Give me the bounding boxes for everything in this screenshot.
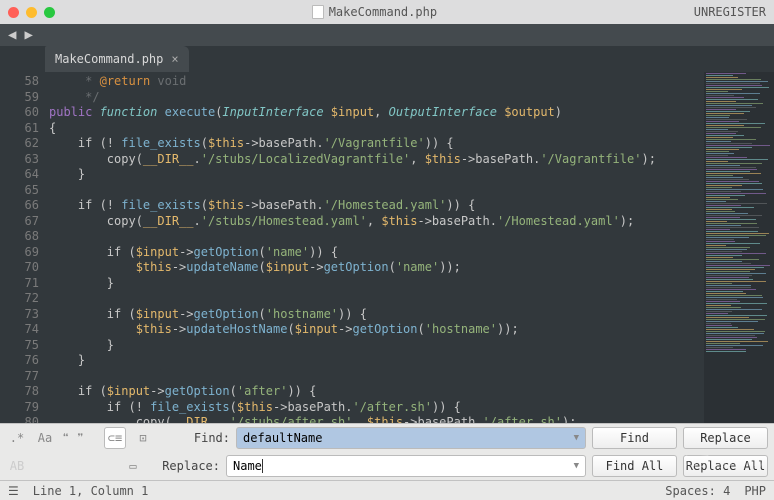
chevron-down-icon[interactable]: ▼ <box>574 433 579 443</box>
titlebar: MakeCommand.php UNREGISTER <box>0 0 774 24</box>
whole-word-toggle[interactable]: ❝ ❞ <box>62 427 84 449</box>
unregistered-label: UNREGISTER <box>694 5 766 19</box>
editor[interactable]: 5859606162636465666768697071727374757677… <box>0 72 774 423</box>
find-button[interactable]: Find <box>592 427 677 449</box>
tab-close-icon[interactable]: × <box>171 52 178 66</box>
menu-icon[interactable]: ☰ <box>8 484 19 498</box>
toolbar: ◀ ▶ <box>0 24 774 46</box>
minimap[interactable] <box>704 72 774 423</box>
back-icon[interactable]: ◀ <box>6 27 18 43</box>
language-mode[interactable]: PHP <box>744 484 766 498</box>
case-toggle[interactable]: Aa <box>34 427 56 449</box>
in-selection-toggle[interactable]: ⊡ <box>132 427 154 449</box>
line-gutter: 5859606162636465666768697071727374757677… <box>0 72 45 423</box>
highlight-toggle[interactable]: AB <box>6 455 28 477</box>
chevron-down-icon[interactable]: ▼ <box>574 461 579 471</box>
find-replace-panel: .* Aa ❝ ❞ ⊂≡ ⊡ Find: defaultName▼ Find R… <box>0 423 774 480</box>
maximize-icon[interactable] <box>44 7 55 18</box>
watermark: 知乎 @Wintry <box>684 451 764 470</box>
forward-icon[interactable]: ▶ <box>22 27 34 43</box>
file-icon <box>312 5 324 19</box>
find-label: Find: <box>160 431 230 445</box>
window-title: MakeCommand.php <box>329 5 437 19</box>
close-icon[interactable] <box>8 7 19 18</box>
tab-bar: MakeCommand.php × <box>0 46 774 72</box>
preserve-case-toggle[interactable]: ▭ <box>122 455 144 477</box>
wrap-toggle[interactable]: ⊂≡ <box>104 427 126 449</box>
minimize-icon[interactable] <box>26 7 37 18</box>
tab-makecommand[interactable]: MakeCommand.php × <box>45 46 189 72</box>
replace-input[interactable]: Name▼ <box>226 455 586 477</box>
find-all-button[interactable]: Find All <box>592 455 677 477</box>
cursor-position[interactable]: Line 1, Column 1 <box>33 484 149 498</box>
regex-toggle[interactable]: .* <box>6 427 28 449</box>
code-area[interactable]: * @return void */public function execute… <box>45 72 704 423</box>
find-input[interactable]: defaultName▼ <box>236 427 586 449</box>
traffic-lights[interactable] <box>8 7 55 18</box>
indent-setting[interactable]: Spaces: 4 <box>665 484 730 498</box>
replace-button[interactable]: Replace <box>683 427 768 449</box>
status-bar: ☰ Line 1, Column 1 Spaces: 4 PHP <box>0 480 774 500</box>
replace-label: Replace: <box>150 459 220 473</box>
